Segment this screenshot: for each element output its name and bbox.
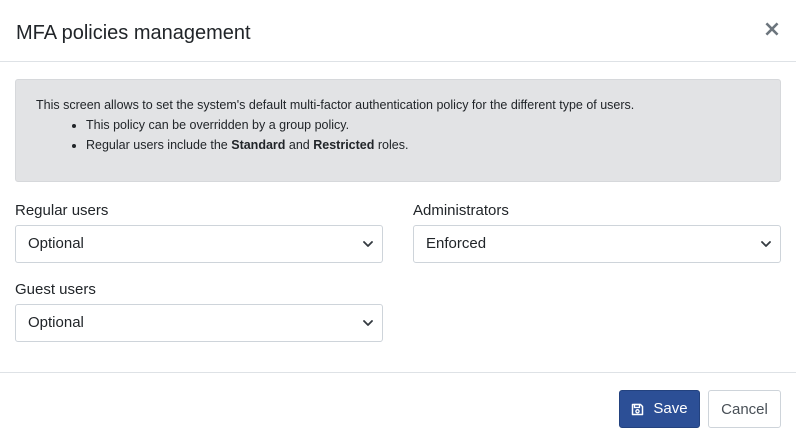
info-bullet-override: This policy can be overridden by a group… [86,115,760,135]
dialog-header: MFA policies management × [0,0,796,62]
regular-users-label: Regular users [15,202,109,219]
regular-users-field: Regular users Optional [15,201,383,263]
save-button[interactable]: Save [619,390,700,428]
chevron-down-icon [362,226,374,262]
info-alert: This screen allows to set the system's d… [15,79,781,182]
administrators-field: Administrators Enforced [413,201,781,263]
regular-users-select[interactable]: Optional [15,225,383,263]
roles-text-prefix: Regular users include the [86,138,232,152]
administrators-value: Enforced [426,235,487,252]
info-bullet-roles: Regular users include the Standard and R… [86,135,760,155]
administrators-select[interactable]: Enforced [413,225,781,263]
dialog-title: MFA policies management [16,22,251,44]
administrators-label: Administrators [413,202,509,219]
cancel-button[interactable]: Cancel [708,390,781,428]
info-intro-text: This screen allows to set the system's d… [36,98,635,112]
guest-users-value: Optional [28,314,84,331]
guest-users-field: Guest users Optional [15,280,383,342]
close-icon[interactable]: × [762,18,782,42]
role-restricted: Restricted [313,138,375,152]
roles-text-middle: and [285,138,314,152]
floppy-disk-icon [631,403,644,416]
guest-users-select[interactable]: Optional [15,304,383,342]
dialog-footer: Save Cancel [0,372,796,443]
mfa-policies-dialog: MFA policies management × This screen al… [0,0,796,443]
roles-text-suffix: roles. [374,138,409,152]
regular-users-value: Optional [28,235,84,252]
chevron-down-icon [760,226,772,262]
role-standard: Standard [231,138,286,152]
save-button-label: Save [653,400,688,417]
info-bullet-list: This policy can be overridden by a group… [36,115,760,155]
chevron-down-icon [362,305,374,341]
guest-users-label: Guest users [15,281,96,298]
